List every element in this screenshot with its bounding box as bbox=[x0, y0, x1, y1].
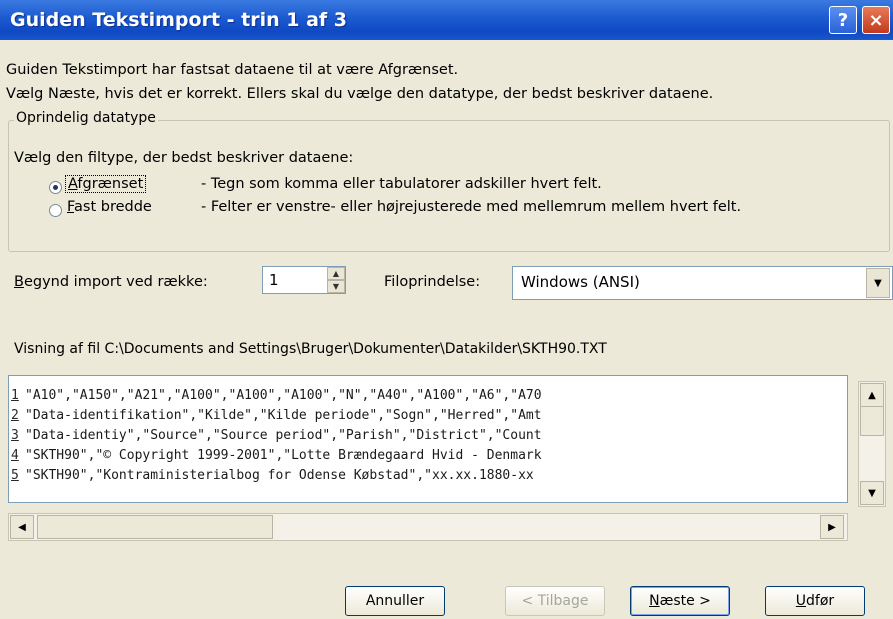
preview-row: 4 "SKTH90","© Copyright 1999-2001","Lotte… bbox=[9, 448, 847, 468]
preview-row: 1 "A10","A150","A21","A100","A100","A100"… bbox=[9, 388, 847, 408]
preview-row-number: 4 bbox=[11, 448, 19, 463]
preview-row-number: 2 bbox=[11, 408, 19, 423]
preview-row-number: 5 bbox=[11, 468, 19, 483]
intro-line-2: Vælg Næste, hvis det er korrekt. Ellers … bbox=[6, 86, 714, 102]
radio-delimited-label[interactable]: Afgrænset bbox=[65, 175, 147, 193]
window-title: Guiden Tekstimport - trin 1 af 3 bbox=[10, 9, 348, 31]
radio-fixed-width[interactable] bbox=[49, 204, 62, 217]
close-button[interactable]: × bbox=[862, 6, 890, 34]
preview-row: 5 "SKTH90","Kontraministerialbog for Oden… bbox=[9, 468, 847, 488]
preview-row-text: "SKTH90","© Copyright 1999-2001","Lotte … bbox=[25, 448, 542, 463]
help-icon: ? bbox=[837, 9, 849, 31]
back-button[interactable]: < Tilbage bbox=[505, 586, 605, 616]
file-origin-value: Windows (ANSI) bbox=[521, 273, 640, 291]
arrow-right-icon[interactable]: ▶ bbox=[820, 515, 844, 539]
intro-line-1: Guiden Tekstimport har fastsat dataene t… bbox=[6, 62, 459, 78]
radio-delimited[interactable] bbox=[49, 181, 62, 194]
vertical-scroll-thumb[interactable] bbox=[860, 406, 884, 436]
finish-button[interactable]: Udfør bbox=[765, 586, 865, 616]
preview-row-text: "SKTH90","Kontraministerialbog for Odens… bbox=[25, 468, 534, 483]
file-origin-select[interactable]: Windows (ANSI) bbox=[512, 266, 893, 300]
file-preview[interactable]: 1 "A10","A150","A21","A100","A100","A100"… bbox=[8, 375, 848, 503]
preview-label: Visning af fil C:\Documents and Settings… bbox=[14, 341, 607, 357]
arrow-down-icon[interactable]: ▼ bbox=[860, 481, 884, 505]
start-row-spinner[interactable]: ▲ ▼ bbox=[327, 267, 345, 293]
preview-row: 2 "Data-identifikation","Kilde","Kilde pe… bbox=[9, 408, 847, 428]
preview-horizontal-scrollbar[interactable]: ◀ ▶ bbox=[8, 513, 848, 541]
help-button[interactable]: ? bbox=[829, 6, 857, 34]
next-button[interactable]: Næste > bbox=[630, 586, 730, 616]
filetype-prompt: Vælg den filtype, der bedst beskriver da… bbox=[14, 150, 354, 166]
radio-fixed-width-label[interactable]: Fast bredde bbox=[67, 199, 152, 215]
title-bar[interactable]: Guiden Tekstimport - trin 1 af 3 bbox=[0, 0, 893, 40]
horizontal-scroll-thumb[interactable] bbox=[37, 515, 273, 539]
chevron-down-icon[interactable]: ▼ bbox=[866, 268, 890, 298]
start-row-label: Begynd import ved række: bbox=[14, 274, 208, 290]
preview-row-number: 3 bbox=[11, 428, 19, 443]
radio-delimited-description: - Tegn som komma eller tabulatorer adski… bbox=[201, 176, 602, 192]
preview-row-text: "Data-identifikation","Kilde","Kilde per… bbox=[25, 408, 542, 423]
groupbox-legend: Oprindelig datatype bbox=[14, 110, 158, 126]
close-icon: × bbox=[868, 9, 884, 31]
preview-row-text: "A10","A150","A21","A100","A100","A100",… bbox=[25, 388, 542, 403]
preview-vertical-scrollbar[interactable]: ▲ ▼ bbox=[858, 381, 886, 507]
arrow-up-icon[interactable]: ▲ bbox=[860, 383, 884, 407]
arrow-down-icon[interactable]: ▼ bbox=[327, 280, 345, 293]
radio-fixed-width-description: - Felter er venstre- eller højrejustered… bbox=[201, 199, 742, 215]
arrow-left-icon[interactable]: ◀ bbox=[10, 515, 34, 539]
cancel-button[interactable]: Annuller bbox=[345, 586, 445, 616]
preview-row-number: 1 bbox=[11, 388, 19, 403]
arrow-up-icon[interactable]: ▲ bbox=[327, 267, 345, 280]
preview-row: 3 "Data-identiy","Source","Source period"… bbox=[9, 428, 847, 448]
file-origin-label: Filoprindelse: bbox=[384, 274, 481, 290]
preview-row-text: "Data-identiy","Source","Source period",… bbox=[25, 428, 542, 443]
